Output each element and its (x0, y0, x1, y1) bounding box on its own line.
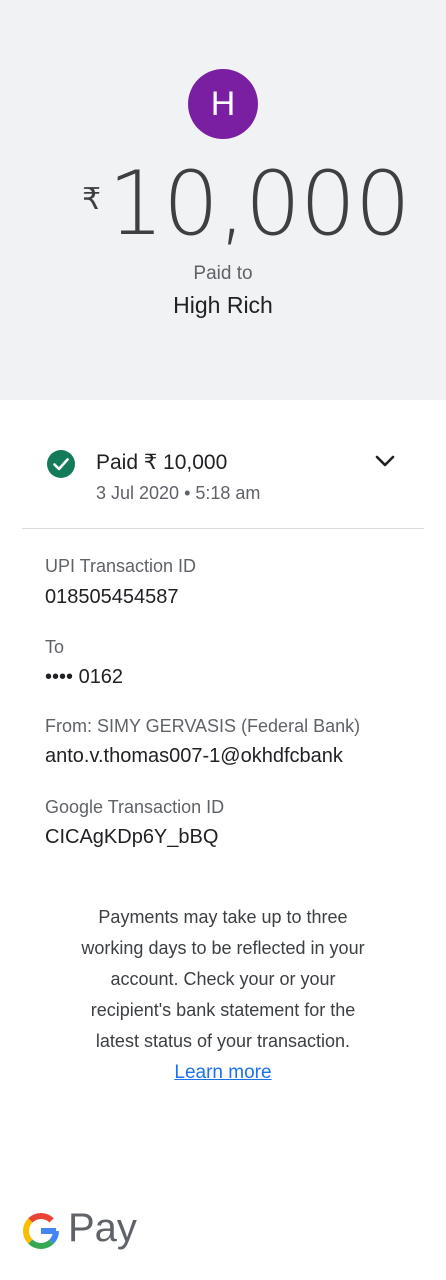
google-g-icon (23, 1213, 59, 1249)
note-text: Payments may take up to three working da… (81, 907, 365, 1051)
to-account-value: •••• 0162 (45, 666, 124, 688)
check-circle-icon (47, 450, 75, 478)
google-transaction-id-value: CICAgKDp6Y_bBQ (45, 826, 219, 848)
upi-transaction-id-value: 018505454587 (45, 586, 179, 608)
upi-transaction-id-label: UPI Transaction ID (45, 556, 197, 576)
payment-amount: 10,000 (108, 152, 411, 255)
status-row[interactable]: Paid ₹ 10,000 3 Jul 2020 • 5:18 am (0, 440, 446, 510)
payee-name: High Rich (173, 292, 273, 318)
chevron-down-icon[interactable] (374, 453, 396, 469)
amount-row: ₹ 10,000 (0, 152, 446, 255)
learn-more-link[interactable]: Learn more (174, 1057, 271, 1088)
payment-header: H ₹ 10,000 Paid to High Rich (0, 0, 446, 400)
paid-to-label: Paid to (193, 263, 253, 284)
status-title: Paid ₹ 10,000 (96, 451, 228, 474)
divider (22, 528, 424, 529)
to-label: To (45, 637, 65, 657)
from-upi-id-value: anto.v.thomas007-1@okhdfcbank (45, 745, 343, 767)
currency-symbol: ₹ (82, 183, 102, 216)
from-label: From: SIMY GERVASIS (Federal Bank) (45, 716, 361, 736)
pay-wordmark: Pay (68, 1206, 137, 1250)
avatar: H (188, 69, 258, 139)
google-transaction-id-label: Google Transaction ID (45, 797, 225, 817)
processing-note: Payments may take up to three working da… (0, 902, 446, 1088)
status-date: 3 Jul 2020 • 5:18 am (96, 483, 261, 503)
